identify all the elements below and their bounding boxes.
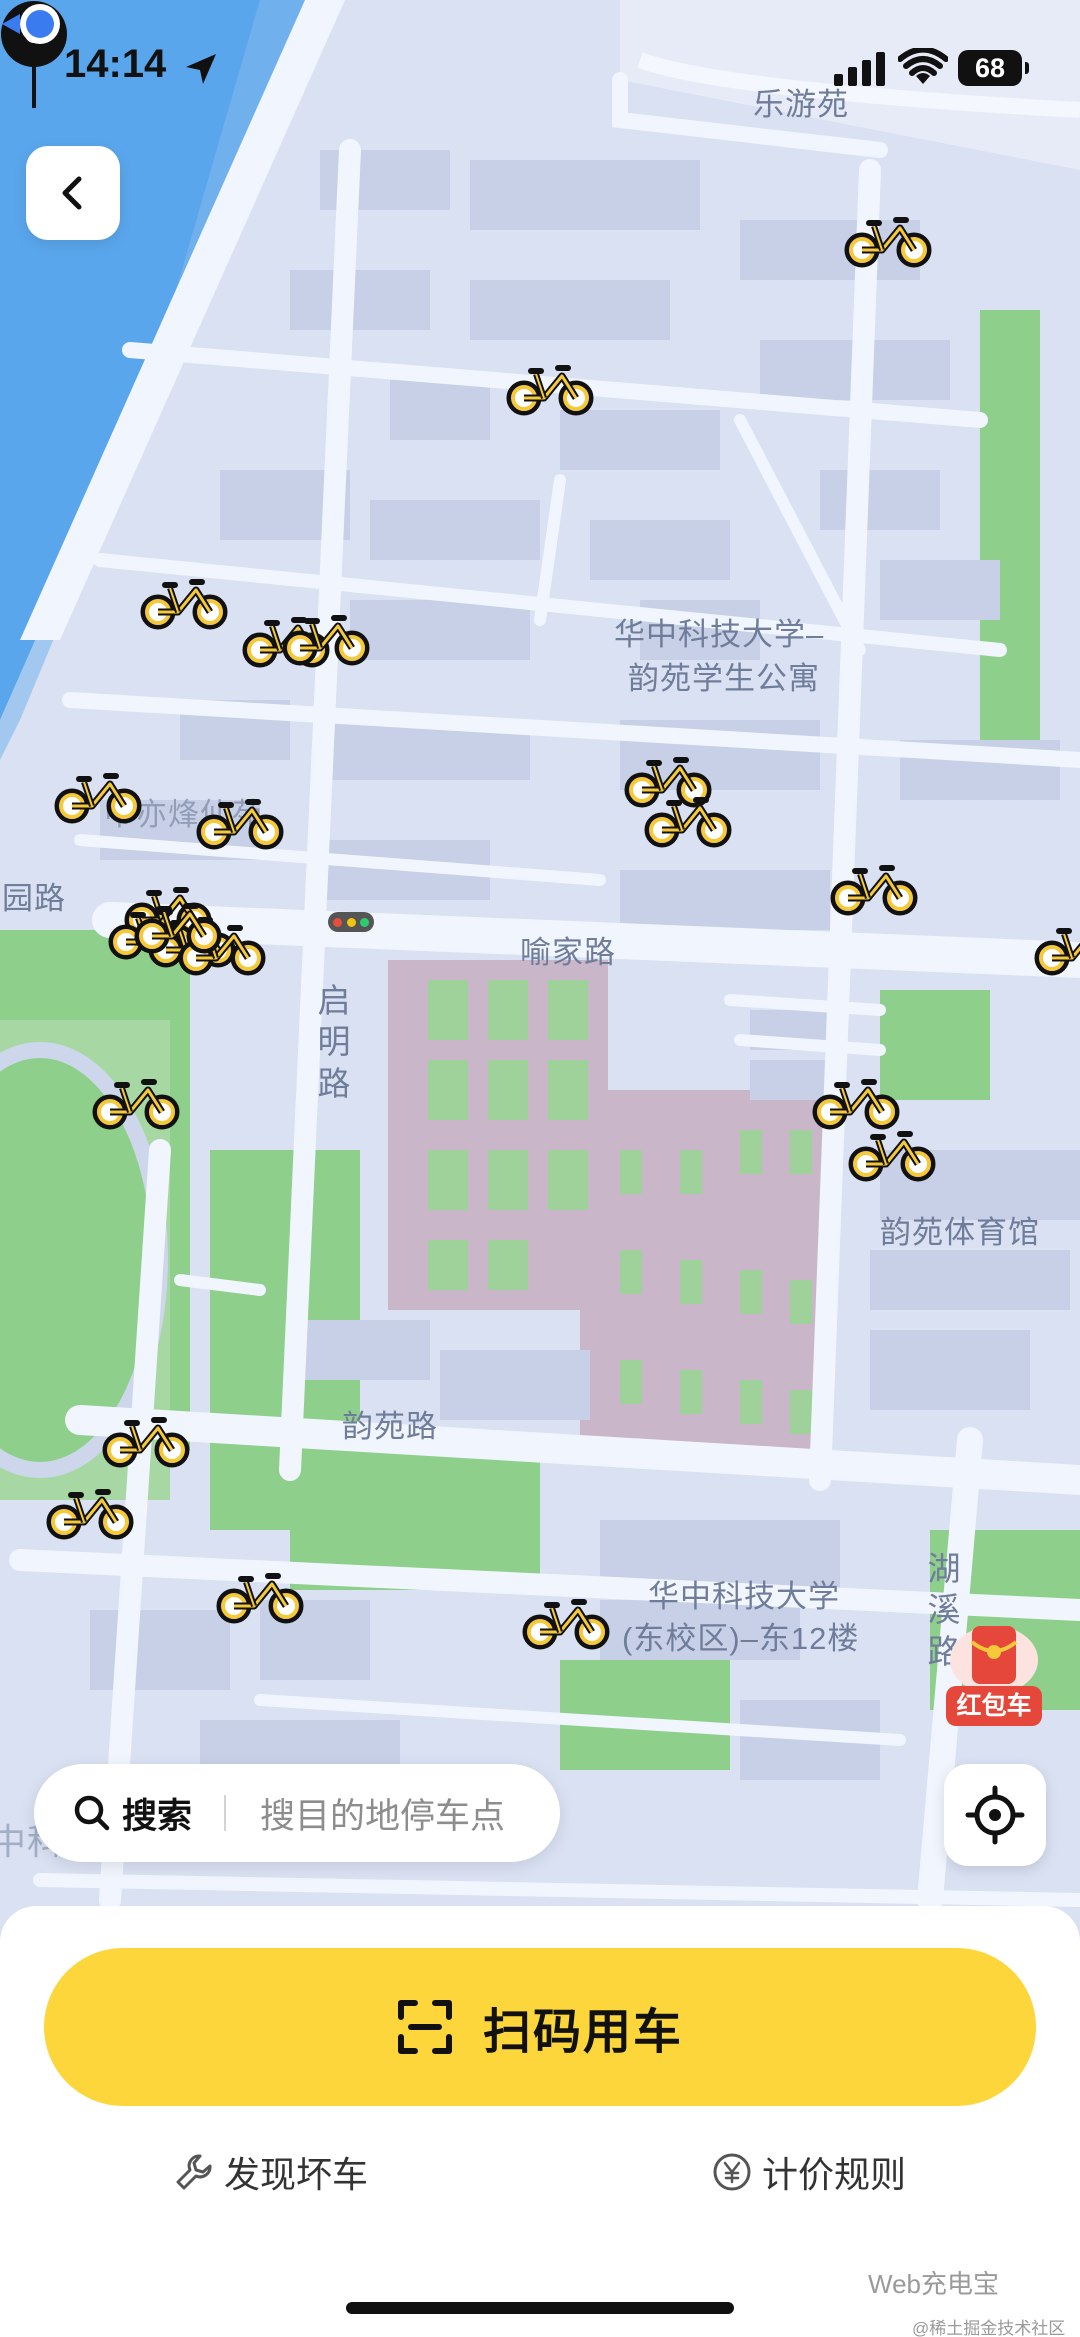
map-label-yunyuan-road: 韵苑路	[342, 1409, 438, 1444]
wifi-icon	[898, 48, 948, 84]
arrow-icon	[186, 54, 216, 84]
bike-icon[interactable]	[98, 1410, 194, 1470]
traffic-light-icon	[328, 912, 374, 932]
scan-icon	[397, 2000, 452, 2054]
bike-icon[interactable]	[840, 210, 936, 270]
bike-icon[interactable]	[136, 572, 232, 632]
status-bar: 14:14 68	[0, 0, 1080, 140]
bike-icon[interactable]	[42, 1482, 138, 1542]
bike-icon[interactable]	[502, 358, 598, 418]
search-divider	[224, 1795, 227, 1831]
bottom-sheet: 扫码用车 发现坏车 计价规则 Web充电宝 @稀土掘金技术社区	[0, 1906, 1080, 2337]
map-label-east-campus-line1: 华中科技大学	[648, 1579, 840, 1614]
search-label: 搜索	[122, 1796, 193, 1836]
locate-icon	[965, 1785, 1025, 1845]
map-label-east-campus-line2: (东校区)–东12楼	[622, 1621, 860, 1656]
pricing-rules-link[interactable]: 计价规则	[712, 2146, 906, 2198]
map-label-dorm-line2: 韵苑学生公寓	[628, 661, 820, 696]
scan-label: 扫码用车	[482, 2006, 683, 2059]
signal-icon	[834, 52, 885, 86]
map-label-yujia-road: 喻家路	[520, 935, 616, 970]
search-input[interactable]: 搜目的地停车点	[260, 1788, 505, 1839]
home-indicator[interactable]	[346, 2302, 734, 2314]
locate-button[interactable]	[944, 1764, 1046, 1866]
hongbao-car-button[interactable]: 红包车	[944, 1620, 1044, 1732]
status-time: 14:14	[64, 42, 167, 86]
bike-icon[interactable]	[50, 766, 146, 826]
search-icon	[74, 1795, 110, 1831]
bike-icon[interactable]	[192, 792, 288, 852]
bike-icon[interactable]	[88, 1072, 184, 1132]
wrench-icon	[176, 2154, 212, 2190]
back-button[interactable]	[26, 146, 120, 240]
bike-icon[interactable]	[1030, 918, 1080, 978]
hongbao-label: 红包车	[946, 1686, 1042, 1726]
search-bar[interactable]: 搜索 搜目的地停车点	[34, 1764, 560, 1862]
bike-icon[interactable]	[130, 896, 226, 956]
map-view[interactable]: 乐游苑 华中科技大学– 韵苑学生公寓 喻家路 启明路 韵苑体育馆 韵苑路 华中科…	[0, 0, 1080, 1940]
watermark: Web充电宝	[868, 2269, 999, 2299]
report-broken-bike-link[interactable]: 发现坏车	[174, 2146, 368, 2198]
screen: 乐游苑 华中科技大学– 韵苑学生公寓 喻家路 启明路 韵苑体育馆 韵苑路 华中科…	[0, 0, 1080, 2337]
watermark-sub: @稀土掘金技术社区	[912, 2319, 1066, 2337]
bike-icon[interactable]	[844, 1124, 940, 1184]
back-chevron-icon	[62, 176, 82, 210]
pricing-label: 计价规则	[762, 2154, 907, 2195]
battery-indicator: 68	[958, 50, 1029, 86]
map-label-yuan-road: 园路	[2, 881, 66, 916]
report-label: 发现坏车	[224, 2154, 369, 2195]
bike-icon[interactable]	[808, 1072, 904, 1132]
map-label-dorm-line1: 华中科技大学–	[614, 617, 825, 652]
map-label-qiming-road: 启明路	[317, 982, 351, 1102]
bike-icon[interactable]	[212, 1566, 308, 1626]
bike-icon[interactable]	[518, 1592, 614, 1652]
bike-icon[interactable]	[640, 790, 736, 850]
search-button[interactable]: 搜索	[34, 1788, 192, 1839]
map-label-yunyuan-gym: 韵苑体育馆	[880, 1215, 1040, 1250]
bike-icon[interactable]	[826, 858, 922, 918]
yen-icon	[713, 2153, 751, 2191]
scan-to-ride-button[interactable]: 扫码用车	[44, 1948, 1036, 2106]
bike-icon[interactable]	[278, 608, 374, 668]
